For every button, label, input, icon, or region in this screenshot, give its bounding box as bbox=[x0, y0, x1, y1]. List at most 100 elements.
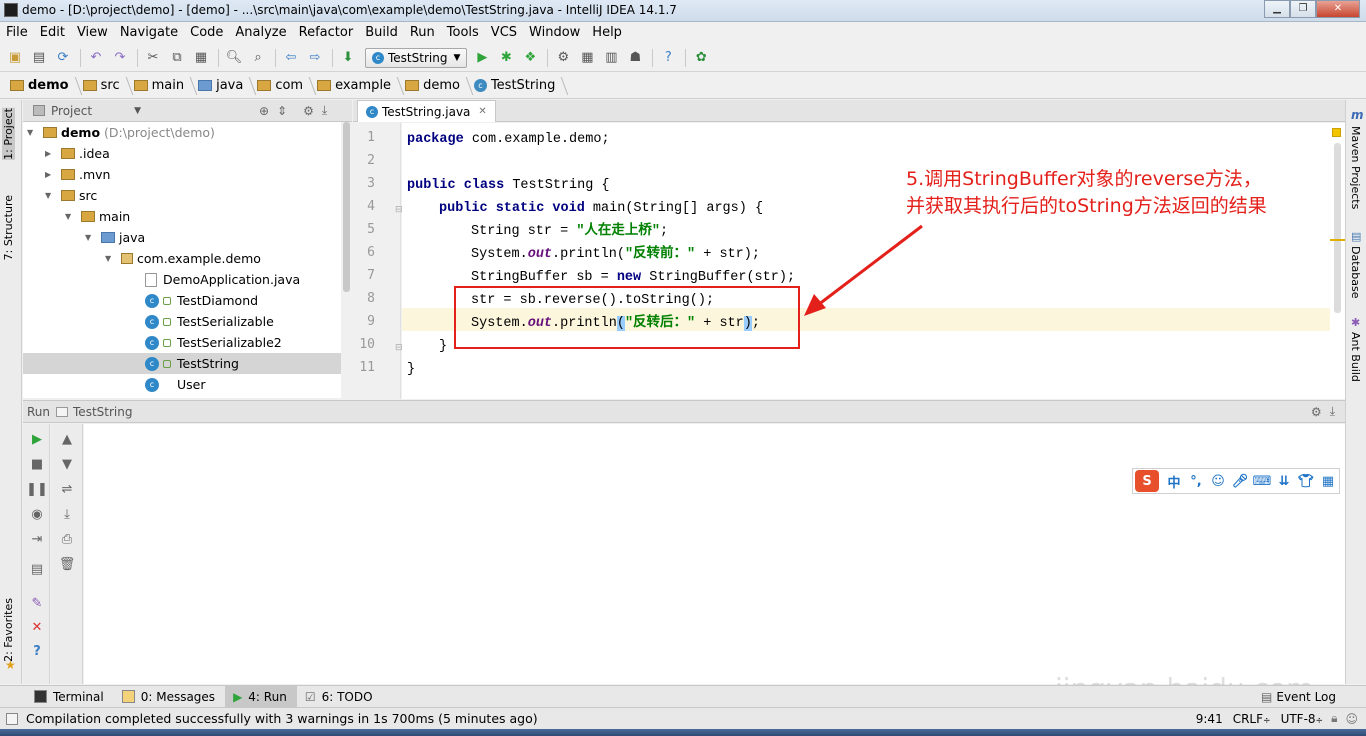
help-icon[interactable]: ? bbox=[28, 642, 46, 660]
chinese-mode-icon[interactable]: 中 bbox=[1163, 470, 1185, 492]
voice-icon[interactable]: 🎤︎ bbox=[1229, 470, 1251, 492]
project-scrollbar[interactable] bbox=[341, 122, 352, 398]
inspector-icon[interactable]: ☺ bbox=[1345, 712, 1358, 726]
plugin-icon[interactable]: ✿ bbox=[690, 47, 712, 69]
sdk-icon[interactable]: ▥ bbox=[600, 47, 622, 69]
pause-icon[interactable]: ❚❚ bbox=[26, 480, 48, 498]
breadcrumb-example[interactable]: example bbox=[313, 73, 401, 99]
run-icon[interactable]: ▶ bbox=[471, 47, 493, 69]
menu-build[interactable]: Build bbox=[359, 22, 404, 43]
menu-edit[interactable]: Edit bbox=[34, 22, 71, 43]
menu-refactor[interactable]: Refactor bbox=[293, 22, 360, 43]
sync-icon[interactable]: ⟳ bbox=[52, 47, 74, 69]
console-output[interactable] bbox=[84, 424, 1345, 684]
shirt-icon[interactable]: 👕︎ bbox=[1295, 470, 1317, 492]
tree-root[interactable]: ▼ demo (D:\project\demo) bbox=[23, 122, 215, 143]
menu-code[interactable]: Code bbox=[184, 22, 229, 43]
scroll-from-source-icon[interactable]: ⊕ bbox=[259, 104, 269, 118]
close-button[interactable]: ✕ bbox=[1316, 0, 1360, 18]
hide-panel-icon[interactable]: ⤓ bbox=[322, 103, 327, 118]
scrollbar-thumb[interactable] bbox=[343, 122, 350, 292]
tree-item-demoapplication[interactable]: DemoApplication.java bbox=[145, 269, 300, 290]
keyboard-icon[interactable]: ⌨ bbox=[1251, 470, 1273, 492]
punctuation-icon[interactable]: °, bbox=[1185, 470, 1207, 492]
down-icon[interactable]: ▼ bbox=[58, 455, 76, 473]
tree-item-java[interactable]: ▼ java bbox=[85, 227, 145, 248]
exit-icon[interactable]: ⇥ bbox=[28, 530, 46, 548]
caret-position[interactable]: 9:41 bbox=[1196, 712, 1223, 726]
breadcrumb-java[interactable]: java bbox=[194, 73, 253, 99]
breadcrumb-src[interactable]: src bbox=[79, 73, 130, 99]
tab-maven-projects[interactable]: Maven Projects bbox=[1349, 126, 1362, 209]
breadcrumb-com[interactable]: com bbox=[253, 73, 313, 99]
gear-icon[interactable]: ⚙ bbox=[303, 104, 314, 118]
menu-vcs[interactable]: VCS bbox=[485, 22, 523, 43]
menu-file[interactable]: File bbox=[0, 22, 34, 43]
tree-item-teststring[interactable]: c TestString bbox=[23, 353, 341, 374]
close-icon[interactable]: ✕ bbox=[28, 618, 46, 636]
soft-wrap-icon[interactable]: ⇌ bbox=[58, 480, 76, 498]
maximize-button[interactable]: ❐ bbox=[1290, 0, 1316, 18]
dump-threads-icon[interactable]: ◉ bbox=[28, 505, 46, 523]
tab-todo[interactable]: ☑ 6: TODO bbox=[297, 686, 383, 708]
tab-messages[interactable]: 0: Messages bbox=[114, 686, 225, 708]
breadcrumb-demo[interactable]: demo bbox=[6, 73, 79, 99]
tab-terminal[interactable]: Terminal bbox=[26, 686, 114, 708]
forward-icon[interactable]: ⇨ bbox=[304, 47, 326, 69]
sogou-logo-icon[interactable]: S bbox=[1135, 470, 1159, 492]
breadcrumb-demo-package[interactable]: demo bbox=[401, 73, 470, 99]
inspection-status-icon[interactable] bbox=[1332, 128, 1341, 137]
file-encoding[interactable]: UTF-8÷ bbox=[1281, 712, 1324, 726]
breadcrumb-main[interactable]: main bbox=[130, 73, 194, 99]
redo-icon[interactable]: ↷ bbox=[109, 47, 131, 69]
save-icon[interactable]: ▤ bbox=[28, 47, 50, 69]
grid-icon[interactable]: ▦ bbox=[1317, 470, 1339, 492]
tree-item-main[interactable]: ▼ main bbox=[65, 206, 130, 227]
warning-marker[interactable] bbox=[1330, 239, 1345, 241]
tree-item-user[interactable]: c User bbox=[145, 374, 206, 395]
tree-item-testdiamond[interactable]: c TestDiamond bbox=[145, 290, 258, 311]
menu-tools[interactable]: Tools bbox=[441, 22, 485, 43]
close-tab-icon[interactable]: ✕ bbox=[478, 106, 486, 117]
expand-arrow-icon[interactable]: ▼ bbox=[65, 212, 73, 221]
skin-icon[interactable]: ⇊ bbox=[1273, 470, 1295, 492]
tab-structure[interactable]: 7: Structure bbox=[2, 195, 15, 260]
trash-icon[interactable]: 🗑︎ bbox=[58, 555, 76, 573]
chevron-down-icon[interactable]: ▼ bbox=[134, 106, 141, 116]
line-separator[interactable]: CRLF÷ bbox=[1233, 712, 1271, 726]
copy-icon[interactable]: ⧉ bbox=[166, 47, 188, 69]
hide-panel-icon[interactable]: ⤓ bbox=[1330, 404, 1335, 419]
menu-run[interactable]: Run bbox=[404, 22, 441, 43]
expand-arrow-icon[interactable]: ▼ bbox=[45, 191, 53, 200]
lock-status-icon[interactable]: 🔒︎ bbox=[1331, 711, 1337, 726]
find-icon[interactable]: 🔍︎ bbox=[223, 47, 245, 69]
project-view-dropdown[interactable]: Project bbox=[51, 104, 92, 118]
print-icon[interactable]: ⎙ bbox=[58, 530, 76, 548]
tab-favorites[interactable]: 2: Favorites bbox=[2, 598, 15, 662]
expand-arrow-icon[interactable]: ▼ bbox=[27, 128, 35, 137]
gear-icon[interactable]: ⚙ bbox=[1311, 405, 1322, 419]
coverage-icon[interactable]: ❖ bbox=[519, 47, 541, 69]
android-icon[interactable]: ☗ bbox=[624, 47, 646, 69]
tree-item-src[interactable]: ▼ src bbox=[45, 185, 97, 206]
tab-run[interactable]: ▶ 4: Run bbox=[225, 685, 297, 708]
project-structure-icon[interactable]: ▦ bbox=[576, 47, 598, 69]
up-icon[interactable]: ▲ bbox=[58, 430, 76, 448]
tab-ant-build[interactable]: Ant Build bbox=[1349, 332, 1362, 382]
expand-arrow-icon[interactable]: ▼ bbox=[85, 233, 93, 242]
rerun-icon[interactable]: ▶ bbox=[28, 430, 46, 448]
settings-icon[interactable]: ⚙ bbox=[552, 47, 574, 69]
paste-icon[interactable]: ▦ bbox=[190, 47, 212, 69]
help-icon[interactable]: ? bbox=[657, 47, 679, 69]
run-config-dropdown[interactable]: c TestString ▼ bbox=[365, 47, 468, 68]
status-toggle-icon[interactable] bbox=[6, 712, 18, 725]
layout-icon[interactable]: ▤ bbox=[28, 560, 46, 578]
breadcrumb-teststring[interactable]: c TestString bbox=[470, 73, 565, 99]
emoji-icon[interactable]: ☺ bbox=[1207, 470, 1229, 492]
pin-icon[interactable]: ✎ bbox=[28, 594, 46, 612]
stop-icon[interactable]: ■ bbox=[28, 455, 46, 473]
menu-analyze[interactable]: Analyze bbox=[229, 22, 292, 43]
tree-item-package[interactable]: ▼ com.example.demo bbox=[105, 248, 261, 269]
expand-arrow-icon[interactable]: ▶ bbox=[45, 149, 53, 158]
tree-item-testserializable[interactable]: c TestSerializable bbox=[145, 311, 274, 332]
